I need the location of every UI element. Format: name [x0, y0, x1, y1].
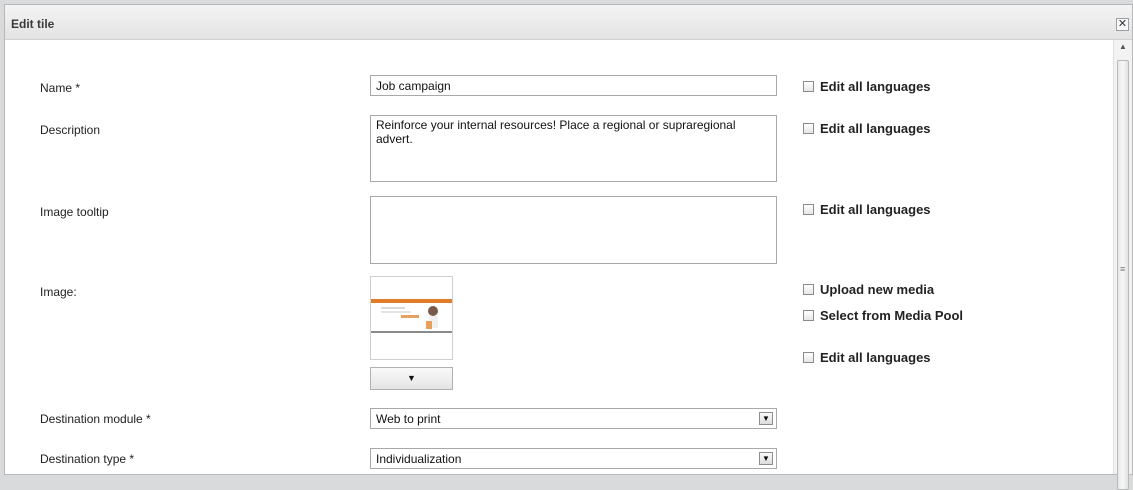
- destination-module-value: Web to print: [376, 412, 441, 426]
- select-from-media-pool-label: Select from Media Pool: [820, 308, 964, 323]
- edit-tile-dialog: Edit tile ✕ Name * Edit all languages De…: [4, 4, 1133, 490]
- checkbox[interactable]: [803, 204, 814, 215]
- image-tooltip-label: Image tooltip: [40, 205, 109, 219]
- edit-all-languages-image[interactable]: Edit all languages: [803, 350, 931, 365]
- name-input[interactable]: [370, 75, 777, 96]
- destination-type-label: Destination type *: [40, 452, 135, 466]
- dialog-title: Edit tile: [11, 17, 55, 31]
- image-tooltip-textarea[interactable]: [370, 196, 777, 264]
- image-label: Image:: [40, 285, 77, 299]
- destination-type-value: Individualization: [376, 452, 462, 466]
- chevron-down-icon: ▼: [407, 373, 416, 383]
- edit-all-languages-label: Edit all languages: [820, 350, 931, 365]
- close-button[interactable]: ✕: [1116, 18, 1129, 31]
- checkbox[interactable]: [803, 123, 814, 134]
- checkbox[interactable]: [803, 284, 814, 295]
- scrollbar-thumb[interactable]: ≡: [1117, 60, 1129, 490]
- upload-new-media-label: Upload new media: [820, 282, 935, 297]
- vertical-scrollbar[interactable]: ▲ ≡: [1113, 40, 1132, 490]
- edit-all-languages-name[interactable]: Edit all languages: [803, 79, 931, 94]
- edit-all-languages-image-tooltip[interactable]: Edit all languages: [803, 202, 931, 217]
- description-label: Description: [40, 123, 101, 137]
- select-from-media-pool-option[interactable]: Select from Media Pool: [803, 308, 963, 323]
- checkbox[interactable]: [803, 352, 814, 363]
- scroll-up-icon[interactable]: ▲: [1114, 40, 1132, 54]
- edit-all-languages-label: Edit all languages: [820, 79, 931, 94]
- grip-icon: ≡: [1120, 264, 1126, 274]
- description-textarea[interactable]: Reinforce your internal resources! Place…: [370, 115, 777, 182]
- chevron-down-icon[interactable]: ▼: [759, 412, 773, 425]
- name-label: Name *: [40, 81, 81, 95]
- destination-type-select[interactable]: Individualization ▼: [370, 448, 777, 469]
- checkbox[interactable]: [803, 310, 814, 321]
- upload-new-media-option[interactable]: Upload new media: [803, 282, 934, 297]
- close-icon: ✕: [1117, 18, 1128, 30]
- checkbox[interactable]: [803, 81, 814, 92]
- destination-module-label: Destination module *: [40, 412, 151, 426]
- dialog-content: Name * Edit all languages Description Re…: [5, 40, 1132, 474]
- edit-all-languages-label: Edit all languages: [820, 202, 931, 217]
- edit-all-languages-description[interactable]: Edit all languages: [803, 121, 931, 136]
- dialog-titlebar: Edit tile ✕: [5, 5, 1132, 40]
- destination-module-select[interactable]: Web to print ▼: [370, 408, 777, 429]
- image-dropdown-button[interactable]: ▼: [370, 367, 453, 390]
- edit-all-languages-label: Edit all languages: [820, 121, 931, 136]
- chevron-down-icon[interactable]: ▼: [759, 452, 773, 465]
- image-preview: [371, 299, 452, 333]
- image-thumbnail[interactable]: [370, 276, 453, 360]
